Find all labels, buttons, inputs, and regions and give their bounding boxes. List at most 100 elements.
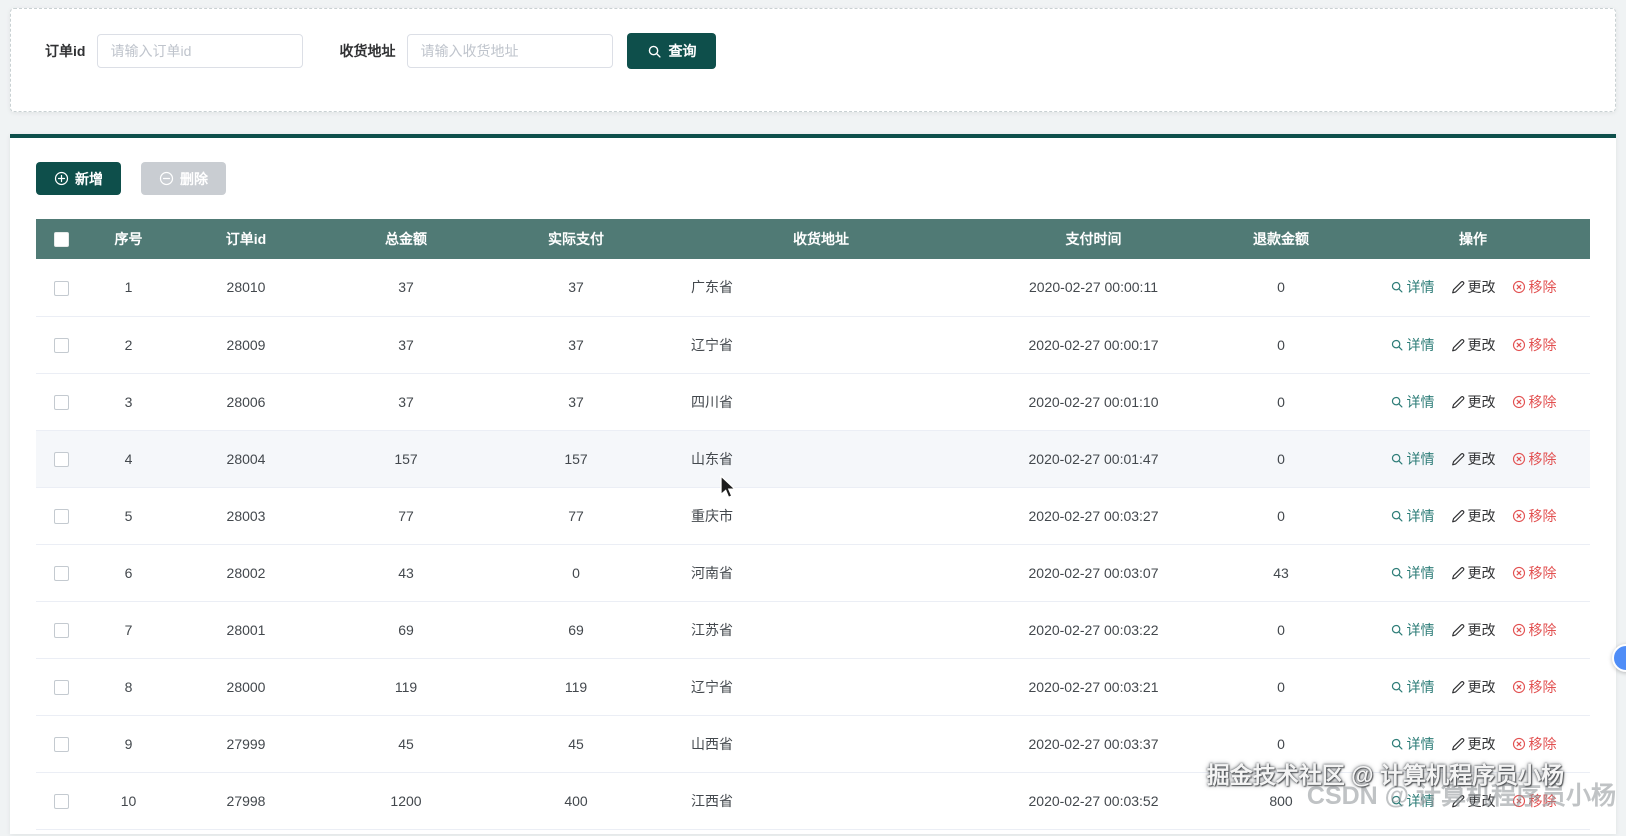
detail-link[interactable]: 详情 xyxy=(1390,563,1435,583)
remove-link[interactable]: 移除 xyxy=(1512,620,1557,640)
order-id-input[interactable] xyxy=(97,34,304,68)
cell-order-id: 27998 xyxy=(171,772,321,830)
cell-total: 119 xyxy=(321,658,491,716)
row-checkbox[interactable] xyxy=(53,565,69,581)
cell-total: 37 xyxy=(321,259,491,317)
col-header-refund: 退款金额 xyxy=(1206,219,1356,259)
edit-link[interactable]: 更改 xyxy=(1451,392,1496,412)
cell-paid: 37 xyxy=(491,316,661,374)
address-label: 收货地址 xyxy=(339,43,396,59)
col-header-actions: 操作 xyxy=(1356,219,1590,259)
delete-button[interactable]: 删除 xyxy=(141,162,226,195)
pencil-icon xyxy=(1451,680,1464,693)
detail-link[interactable]: 详情 xyxy=(1390,392,1435,412)
row-checkbox[interactable] xyxy=(53,679,69,695)
remove-link[interactable]: 移除 xyxy=(1512,677,1557,697)
edit-link[interactable]: 更改 xyxy=(1451,277,1496,297)
table-row[interactable]: 6 28002 43 0 河南省 2020-02-27 00:03:07 43 详情 更改 移除 xyxy=(36,544,1590,602)
address-input[interactable] xyxy=(407,34,614,68)
cell-index: 6 xyxy=(86,544,171,602)
cell-total: 157 xyxy=(321,430,491,488)
magnifier-icon xyxy=(1391,567,1403,579)
detail-link[interactable]: 详情 xyxy=(1390,506,1435,526)
row-checkbox[interactable] xyxy=(53,736,69,752)
remove-link[interactable]: 移除 xyxy=(1512,277,1557,297)
remove-link[interactable]: 移除 xyxy=(1512,392,1557,412)
circle-close-icon xyxy=(1512,737,1525,750)
edit-link[interactable]: 更改 xyxy=(1451,335,1496,355)
edit-link[interactable]: 更改 xyxy=(1451,506,1496,526)
pencil-icon xyxy=(1451,395,1464,408)
pencil-icon xyxy=(1451,566,1464,579)
edit-link[interactable]: 更改 xyxy=(1451,791,1496,811)
circle-close-icon xyxy=(1512,680,1525,693)
row-checkbox[interactable] xyxy=(53,394,69,410)
table-row[interactable]: 3 28006 37 37 四川省 2020-02-27 00:01:10 0 详情 更改 移除 xyxy=(36,373,1590,431)
detail-link[interactable]: 详情 xyxy=(1390,277,1435,297)
pencil-icon xyxy=(1451,281,1464,294)
col-header-order-id: 订单id xyxy=(171,219,321,259)
table-row[interactable]: 7 28001 69 69 江苏省 2020-02-27 00:03:22 0 详情 更改 移除 xyxy=(36,601,1590,659)
table-row[interactable]: 1 28010 37 37 广东省 2020-02-27 00:00:11 0 详情 更改 移除 xyxy=(36,259,1590,317)
detail-link[interactable]: 详情 xyxy=(1390,791,1435,811)
cell-paid: 45 xyxy=(491,715,661,773)
table-row[interactable]: 5 28003 77 77 重庆市 2020-02-27 00:03:27 0 详情 更改 移除 xyxy=(36,487,1590,545)
table-row[interactable]: 8 28000 119 119 辽宁省 2020-02-27 00:03:21 0 详情 更改移… xyxy=(36,658,1590,716)
col-header-address: 收货地址 xyxy=(661,219,981,259)
detail-link[interactable]: 详情 xyxy=(1390,449,1435,469)
edit-link[interactable]: 更改 xyxy=(1451,677,1496,697)
remove-link[interactable]: 移除 xyxy=(1512,734,1557,754)
row-checkbox[interactable] xyxy=(53,451,69,467)
remove-link[interactable]: 移除 xyxy=(1512,791,1557,811)
cell-total: 69 xyxy=(321,601,491,659)
detail-link[interactable]: 详情 xyxy=(1390,620,1435,640)
col-header-paid: 实际支付 xyxy=(491,219,661,259)
circle-close-icon xyxy=(1512,452,1525,465)
circle-close-icon xyxy=(1512,566,1525,579)
minus-circle-icon xyxy=(159,171,174,186)
cell-paid: 69 xyxy=(491,601,661,659)
remove-link[interactable]: 移除 xyxy=(1512,563,1557,583)
add-button[interactable]: 新增 xyxy=(36,162,121,195)
detail-link[interactable]: 详情 xyxy=(1390,335,1435,355)
table-row[interactable]: 4 28004 157 157 山东省 2020-02-27 00:01:47 0 详情 更改移… xyxy=(36,430,1590,488)
cell-pay-time: 2020-02-27 00:03:21 xyxy=(981,658,1206,716)
cell-index: 2 xyxy=(86,316,171,374)
cell-paid: 119 xyxy=(491,658,661,716)
row-checkbox[interactable] xyxy=(53,793,69,809)
edit-link[interactable]: 更改 xyxy=(1451,734,1496,754)
edit-link[interactable]: 更改 xyxy=(1451,449,1496,469)
circle-close-icon xyxy=(1512,395,1525,408)
table-row[interactable]: 2 28009 37 37 辽宁省 2020-02-27 00:00:17 0 详情 更改 移除 xyxy=(36,316,1590,374)
circle-close-icon xyxy=(1512,338,1525,351)
table-row[interactable]: 9 27999 45 45 山西省 2020-02-27 00:03:37 0 详情 更改 移除 xyxy=(36,715,1590,773)
orders-table: 序号 订单id 总金额 实际支付 收货地址 支付时间 退款金额 操作 1 2801… xyxy=(36,219,1590,830)
cell-paid: 37 xyxy=(491,259,661,317)
cell-pay-time: 2020-02-27 00:01:47 xyxy=(981,430,1206,488)
query-button[interactable]: 查询 xyxy=(627,33,717,69)
cell-order-id: 28003 xyxy=(171,487,321,545)
edit-link[interactable]: 更改 xyxy=(1451,563,1496,583)
magnifier-icon xyxy=(1391,795,1403,807)
row-checkbox[interactable] xyxy=(53,622,69,638)
edit-link[interactable]: 更改 xyxy=(1451,620,1496,640)
row-checkbox[interactable] xyxy=(53,508,69,524)
pencil-icon xyxy=(1451,737,1464,750)
magnifier-icon xyxy=(1391,738,1403,750)
cell-order-id: 28000 xyxy=(171,658,321,716)
detail-link[interactable]: 详情 xyxy=(1390,677,1435,697)
cell-index: 9 xyxy=(86,715,171,773)
row-checkbox[interactable] xyxy=(53,337,69,353)
order-id-label: 订单id xyxy=(45,43,86,59)
table-row[interactable]: 10 27998 1200 400 江西省 2020-02-27 00:03:52 800 详… xyxy=(36,772,1590,830)
circle-close-icon xyxy=(1512,281,1525,294)
cell-index: 1 xyxy=(86,259,171,317)
detail-link[interactable]: 详情 xyxy=(1390,734,1435,754)
remove-link[interactable]: 移除 xyxy=(1512,506,1557,526)
remove-link[interactable]: 移除 xyxy=(1512,449,1557,469)
row-checkbox[interactable] xyxy=(53,280,69,296)
remove-link[interactable]: 移除 xyxy=(1512,335,1557,355)
magnifier-icon xyxy=(1391,453,1403,465)
cell-address: 山西省 xyxy=(661,715,981,773)
select-all-checkbox[interactable] xyxy=(53,232,69,248)
